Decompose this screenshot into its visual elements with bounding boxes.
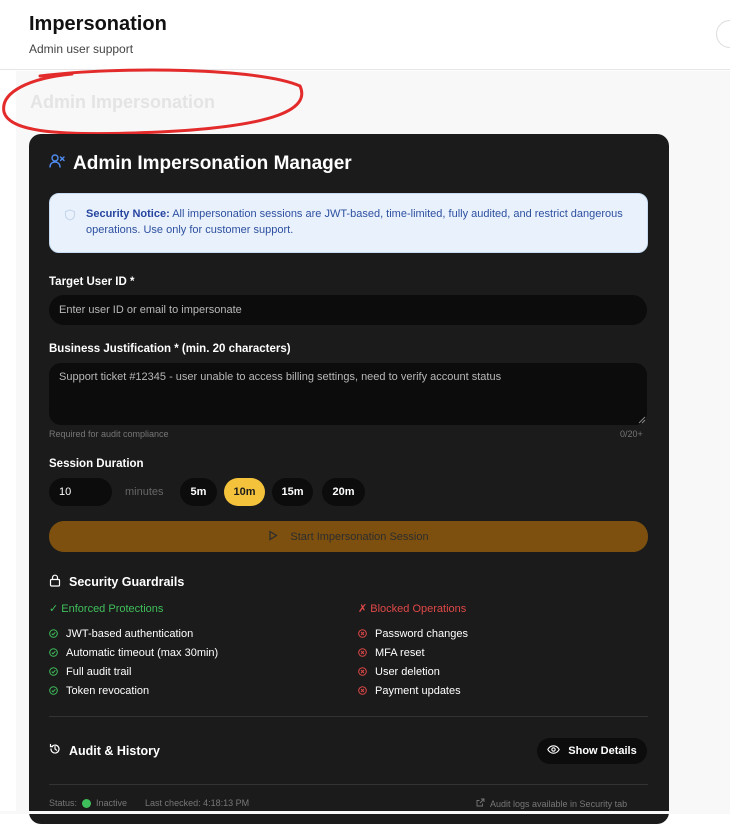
- page-subtitle: Admin user support: [29, 42, 134, 56]
- guardrails-title-text: Security Guardrails: [69, 575, 185, 589]
- history-icon: [49, 743, 61, 758]
- list-item: JWT-based authentication: [49, 624, 218, 643]
- security-notice-text: Security Notice: All impersonation sessi…: [86, 206, 636, 238]
- blocked-item-label: Password changes: [375, 627, 468, 640]
- start-session-label: Start Impersonation Session: [290, 530, 429, 543]
- blocked-operations-title: ✗ Blocked Operations: [358, 603, 467, 615]
- duration-input[interactable]: [49, 478, 112, 506]
- audit-history-title: Audit & History: [49, 743, 160, 758]
- enforced-item-label: Automatic timeout (max 30min): [66, 646, 219, 659]
- list-item: Token revocation: [49, 681, 218, 700]
- external-link-icon: [476, 798, 485, 809]
- security-notice: Security Notice: All impersonation sessi…: [49, 193, 648, 253]
- x-circle-icon: [358, 667, 367, 676]
- list-item: Full audit trail: [49, 662, 218, 681]
- enforced-item-label: Full audit trail: [66, 665, 132, 678]
- status-bar: Status: Inactive Last checked: 4:18:13 P…: [49, 798, 249, 808]
- audit-logs-link[interactable]: Audit logs available in Security tab: [476, 798, 627, 809]
- justification-label: Business Justification * (min. 20 charac…: [49, 343, 291, 355]
- session-duration-label: Session Duration: [49, 458, 144, 470]
- blocked-item-label: User deletion: [375, 665, 440, 678]
- divider: [49, 784, 648, 785]
- user-x-icon: [49, 153, 65, 175]
- last-checked: Last checked: 4:18:13 PM: [145, 798, 250, 808]
- target-user-label: Target User ID *: [49, 276, 135, 288]
- page-header: Impersonation Admin user support: [0, 0, 730, 70]
- section-title: Admin Impersonation: [30, 92, 216, 112]
- duration-10m-button[interactable]: 10m: [224, 478, 265, 506]
- page-title: Impersonation: [29, 13, 167, 35]
- shield-icon: [64, 208, 76, 226]
- justification-textarea[interactable]: [49, 363, 647, 425]
- blocked-list: Password changes MFA reset User deletion…: [358, 624, 468, 700]
- enforced-item-label: Token revocation: [66, 684, 150, 697]
- x-circle-icon: [358, 686, 367, 695]
- resize-handle-icon[interactable]: [638, 416, 646, 424]
- target-user-input[interactable]: [49, 295, 647, 325]
- check-circle-icon: [49, 686, 58, 695]
- divider: [49, 716, 648, 717]
- justification-hint: Required for audit compliance: [49, 429, 169, 439]
- lock-icon: [49, 574, 61, 590]
- list-item: MFA reset: [358, 643, 468, 662]
- minutes-label: minutes: [125, 486, 164, 498]
- list-item: User deletion: [358, 662, 468, 681]
- guardrails-title: Security Guardrails: [49, 574, 184, 590]
- list-item: Automatic timeout (max 30min): [49, 643, 218, 662]
- card-title-text: Admin Impersonation Manager: [73, 153, 352, 174]
- play-icon: [268, 529, 279, 544]
- duration-20m-button[interactable]: 20m: [322, 478, 365, 506]
- impersonation-manager-card: Admin Impersonation Manager Security Not…: [29, 134, 669, 824]
- justification-counter: 0/20+: [620, 429, 643, 439]
- check-circle-icon: [49, 667, 58, 676]
- card-title: Admin Impersonation Manager: [49, 153, 352, 175]
- x-circle-icon: [358, 629, 367, 638]
- duration-5m-button[interactable]: 5m: [180, 478, 217, 506]
- start-session-button[interactable]: Start Impersonation Session: [49, 521, 648, 552]
- eye-icon: [547, 745, 561, 757]
- duration-15m-button[interactable]: 15m: [272, 478, 313, 506]
- status-value: Inactive: [96, 798, 128, 808]
- check-circle-icon: [49, 629, 58, 638]
- check-circle-icon: [49, 648, 58, 657]
- list-item: Password changes: [358, 624, 468, 643]
- list-item: Payment updates: [358, 681, 468, 700]
- security-notice-label: Security Notice:: [86, 208, 170, 220]
- enforced-list: JWT-based authentication Automatic timeo…: [49, 624, 218, 700]
- audit-logs-text: Audit logs available in Security tab: [490, 798, 628, 809]
- show-details-label: Show Details: [568, 745, 637, 757]
- audit-history-title-text: Audit & History: [69, 743, 160, 758]
- blocked-item-label: MFA reset: [375, 646, 425, 659]
- blocked-item-label: Payment updates: [375, 684, 461, 697]
- status-label: Status:: [49, 798, 78, 808]
- enforced-protections-title: ✓ Enforced Protections: [49, 603, 164, 615]
- status-dot: [82, 798, 92, 808]
- enforced-item-label: JWT-based authentication: [66, 627, 194, 640]
- header-action-button[interactable]: [716, 20, 730, 48]
- show-details-button[interactable]: Show Details: [537, 738, 647, 764]
- x-circle-icon: [358, 648, 367, 657]
